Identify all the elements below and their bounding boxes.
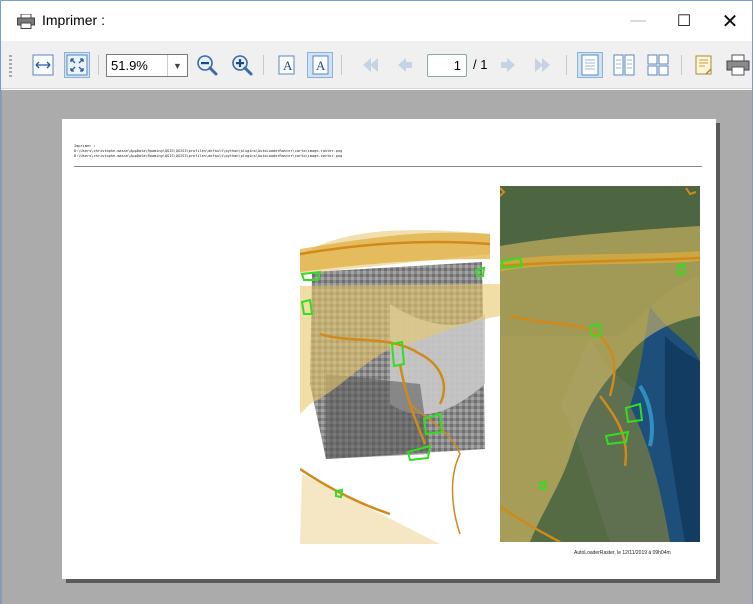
fit-width-icon[interactable] (30, 52, 56, 78)
four-page-view-icon[interactable] (645, 52, 671, 78)
previous-page-icon[interactable] (391, 52, 417, 78)
preview-page: Imprimer : D:\Users\christophe.masse\App… (62, 119, 716, 579)
page-header-path: D:\Users\christophe.masse\AppData\Roamin… (74, 154, 343, 158)
toolbar-separator (341, 55, 342, 75)
text-a-pressed-icon[interactable]: A (307, 52, 333, 78)
window-title: Imprimer : (42, 12, 105, 28)
single-page-view-icon[interactable] (577, 52, 603, 78)
page-setup-icon[interactable] (691, 52, 717, 78)
header-divider (74, 166, 702, 167)
svg-text:A: A (283, 58, 293, 73)
page-current[interactable]: 1 (454, 58, 461, 73)
page-footer: AutoLoaderRaster, le 12/11/2019 à 09h04m (574, 550, 671, 556)
print-icon[interactable] (725, 52, 751, 78)
print-preview-area[interactable]: Imprimer : D:\Users\christophe.masse\App… (1, 90, 752, 604)
two-page-view-icon[interactable] (611, 52, 637, 78)
printer-icon (17, 13, 35, 29)
print-preview-window: Imprimer : — ☐ ✕ 51.9% ▼ A A 1 / 1 Impri… (0, 0, 753, 604)
first-page-icon[interactable] (357, 52, 383, 78)
page-header-path: D:\Users\christophe.masse\AppData\Roamin… (74, 149, 343, 153)
page-total: / 1 (473, 57, 488, 72)
maximize-button[interactable]: ☐ (661, 1, 707, 41)
zoom-value[interactable]: 51.9% (111, 58, 148, 73)
title-bar: Imprimer : — ☐ ✕ (1, 1, 752, 41)
minimize-button[interactable]: — (615, 1, 661, 41)
toolbar: 51.9% ▼ A A 1 / 1 (1, 41, 752, 89)
page-header-title: Imprimer : (74, 144, 96, 148)
fit-page-icon[interactable] (64, 52, 90, 78)
toolbar-separator (681, 55, 682, 75)
svg-text:A: A (316, 58, 326, 73)
zoom-in-icon[interactable] (229, 52, 255, 78)
toolbar-grip[interactable] (9, 55, 12, 77)
raster-map-image (300, 230, 500, 544)
satellite-map-image (500, 186, 700, 542)
toolbar-separator (263, 55, 264, 75)
next-page-icon[interactable] (496, 52, 522, 78)
zoom-combobox[interactable]: 51.9% ▼ (106, 54, 188, 77)
toolbar-separator (98, 55, 99, 75)
last-page-icon[interactable] (530, 52, 556, 78)
chevron-down-icon[interactable]: ▼ (167, 55, 187, 76)
close-button[interactable]: ✕ (707, 1, 753, 41)
zoom-out-icon[interactable] (194, 52, 220, 78)
page-number-input[interactable]: 1 (427, 54, 467, 77)
toolbar-separator (566, 55, 567, 75)
text-a-icon[interactable]: A (273, 52, 299, 78)
